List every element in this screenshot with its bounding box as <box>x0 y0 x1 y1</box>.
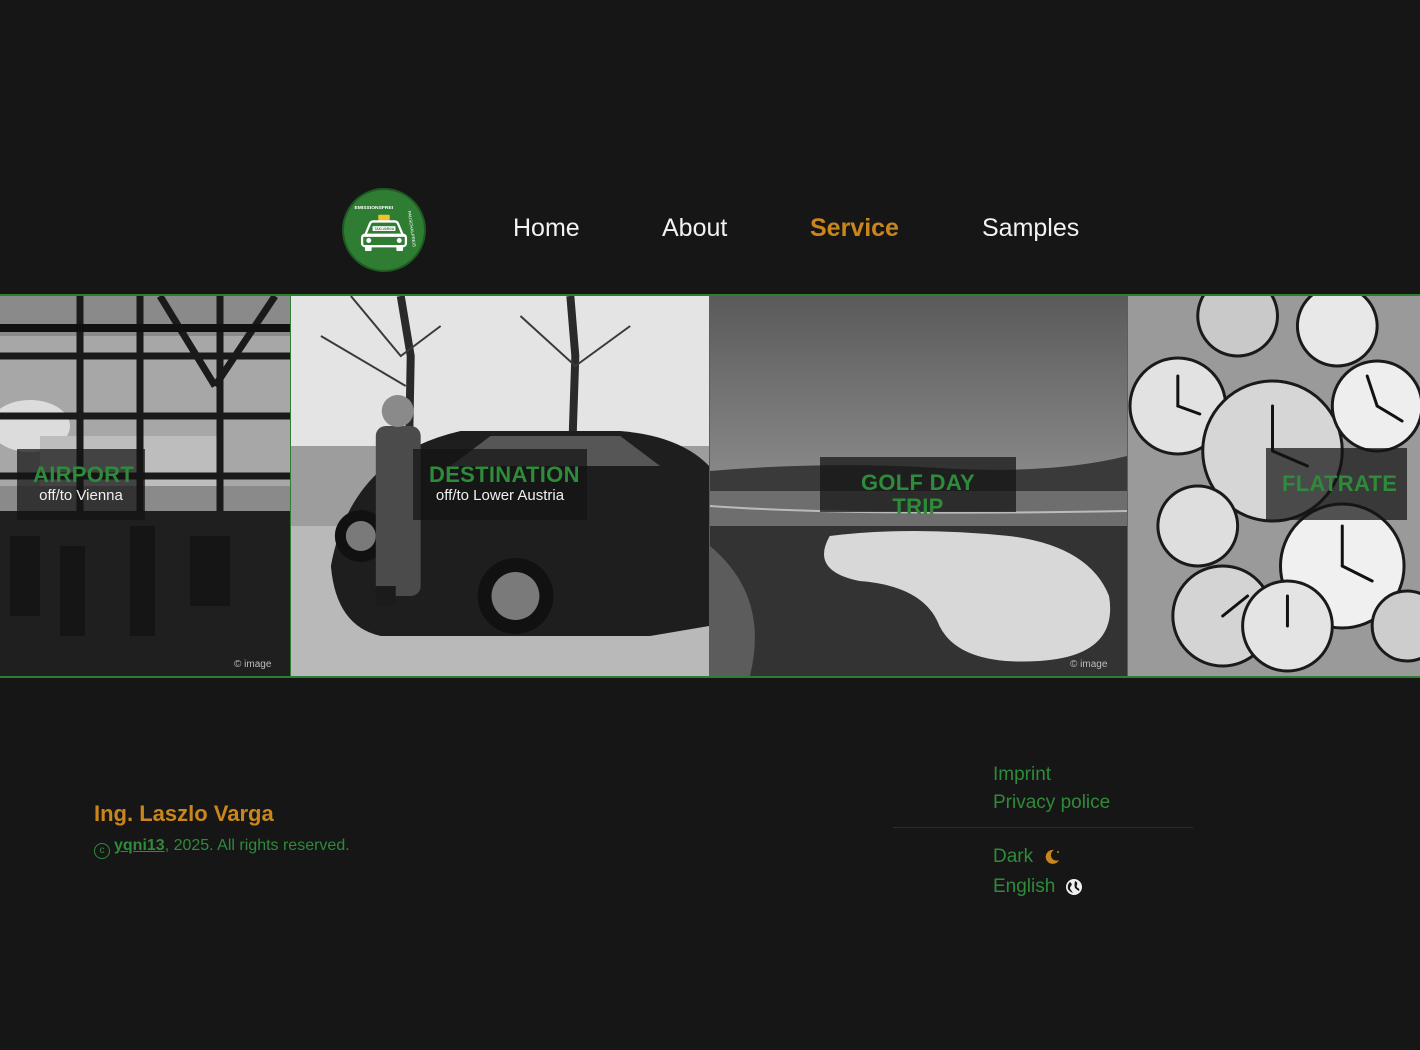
flatrate-label: FLATRATE <box>1266 448 1407 520</box>
golf-title: GOLF DAY TRIP <box>860 470 976 519</box>
logo-top-text: EMISSIONSFREI <box>354 205 393 211</box>
logo-plate-text: TAXI-VARGA <box>374 227 394 231</box>
moon-icon <box>1043 848 1061 866</box>
copyright: c yqni13, 2025. All rights reserved. <box>94 837 350 859</box>
service-gallery: AIRPORT off/to Vienna © image DESTINATIO… <box>0 294 1420 678</box>
airport-label: AIRPORT off/to Vienna <box>17 449 145 520</box>
copyright-link[interactable]: yqni13 <box>114 837 165 854</box>
nav-about[interactable]: About <box>662 214 727 243</box>
copyright-icon: c <box>94 843 110 859</box>
taxi-logo-icon: EMISSIONSFREI PAUSCHALPREIS TAXI-VARGA <box>345 191 423 269</box>
service-card-golf-day-trip[interactable]: GOLF DAY TRIP © image <box>709 296 1127 676</box>
footer-divider <box>893 827 1193 828</box>
destination-label: DESTINATION off/to Lower Austria <box>413 449 587 520</box>
nav-service[interactable]: Service <box>810 214 899 243</box>
destination-title: DESTINATION <box>429 462 580 487</box>
nav-home[interactable]: Home <box>513 214 580 243</box>
service-card-flatrate[interactable]: FLATRATE <box>1127 296 1420 676</box>
footer-toggles: Dark English <box>993 842 1083 902</box>
privacy-link[interactable]: Privacy police <box>993 789 1110 817</box>
airport-credit: © image <box>234 659 272 670</box>
theme-label: Dark <box>993 846 1034 867</box>
service-card-destination[interactable]: DESTINATION off/to Lower Austria <box>290 296 709 676</box>
destination-subtitle: off/to Lower Austria <box>435 487 565 504</box>
flatrate-title: FLATRATE <box>1282 471 1398 496</box>
airport-title: AIRPORT <box>33 462 135 487</box>
footer-links: Imprint Privacy police <box>993 761 1110 817</box>
golf-credit: © image <box>1070 659 1108 670</box>
globe-icon <box>1065 878 1083 896</box>
golf-label: GOLF DAY TRIP <box>820 457 1016 519</box>
logo[interactable]: EMISSIONSFREI PAUSCHALPREIS TAXI-VARGA <box>342 188 426 272</box>
page: EMISSIONSFREI PAUSCHALPREIS TAXI-VARGA H… <box>0 0 1420 1050</box>
theme-toggle[interactable]: Dark <box>993 842 1083 872</box>
owner-name: Ing. Laszlo Varga <box>94 801 274 826</box>
imprint-link[interactable]: Imprint <box>993 761 1110 789</box>
airport-subtitle: off/to Vienna <box>39 487 123 504</box>
copyright-text: , 2025. All rights reserved. <box>164 837 350 854</box>
service-card-airport[interactable]: AIRPORT off/to Vienna © image <box>0 296 290 676</box>
language-toggle[interactable]: English <box>993 872 1083 902</box>
nav-samples[interactable]: Samples <box>982 214 1079 243</box>
language-label: English <box>993 876 1056 897</box>
